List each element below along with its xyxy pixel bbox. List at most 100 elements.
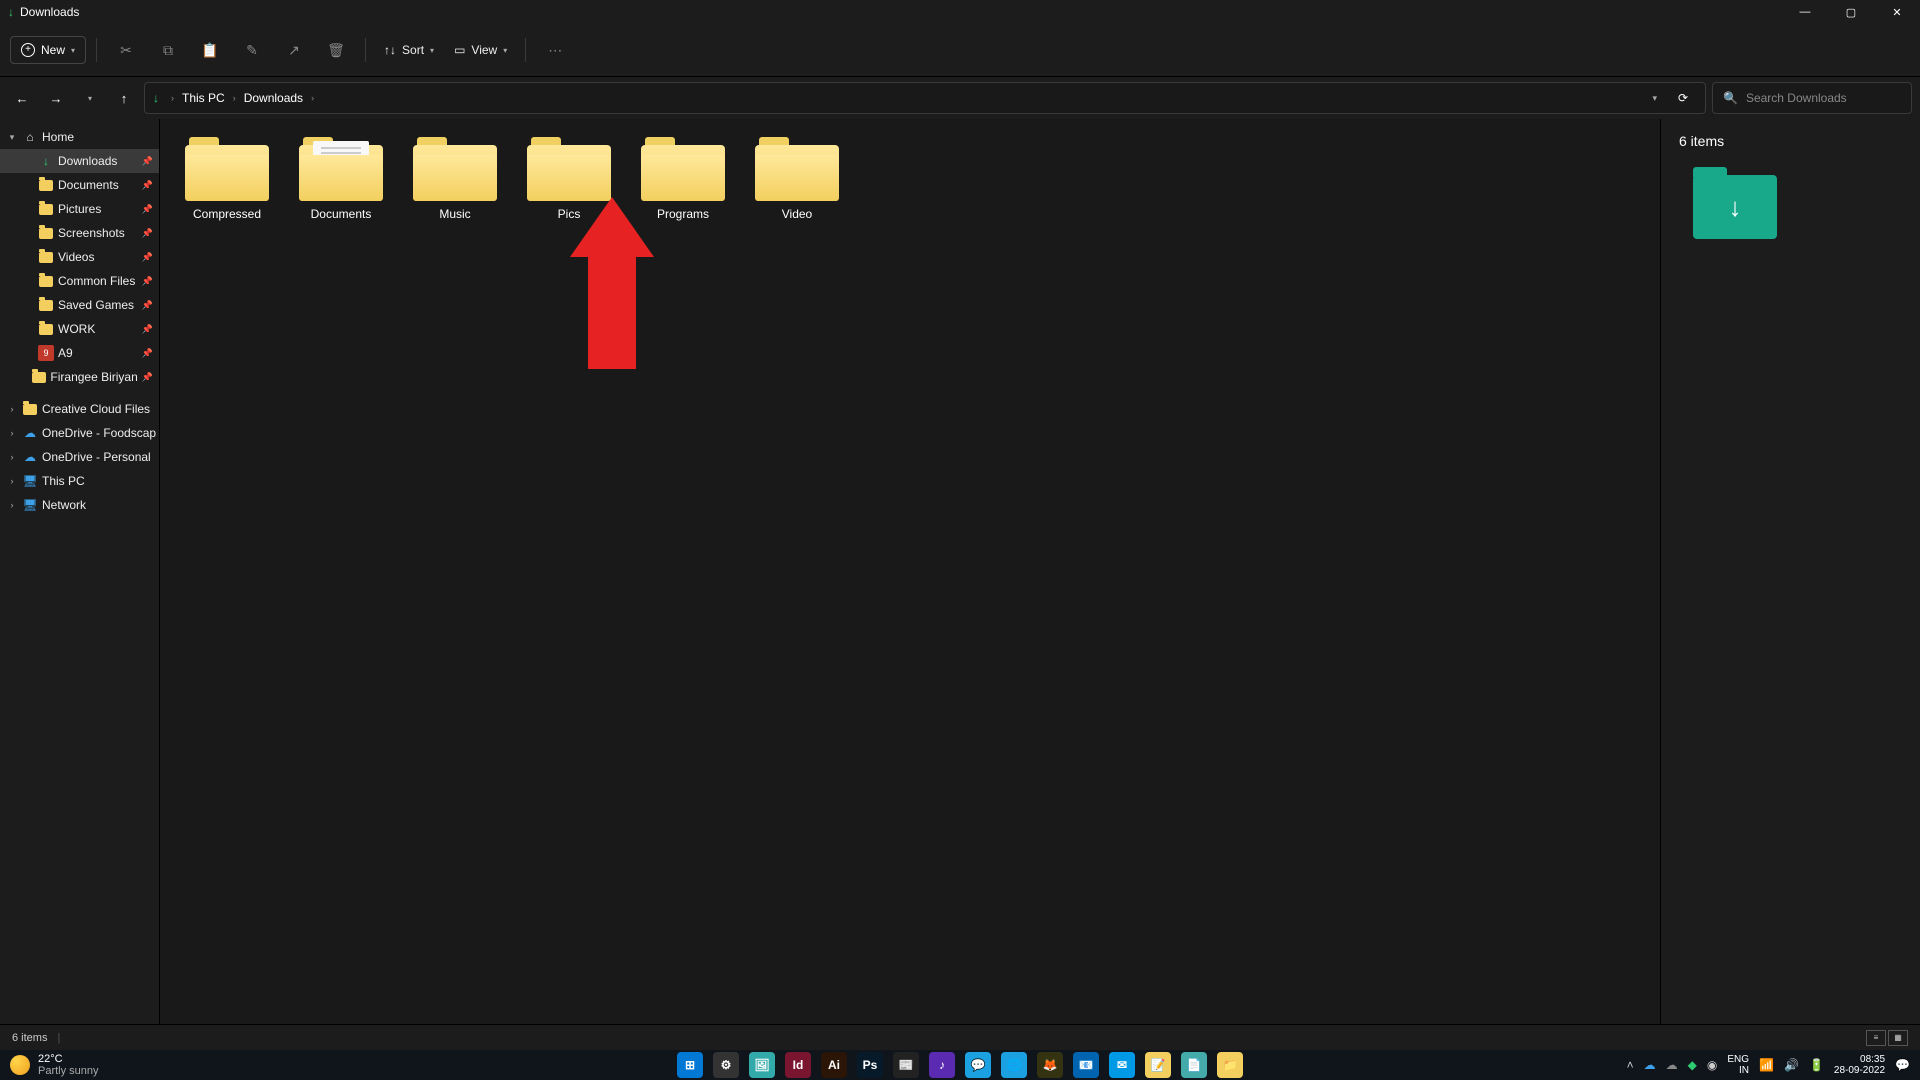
download-icon: ↓ <box>38 153 54 169</box>
taskbar-app[interactable]: 🌐 <box>1001 1052 1027 1078</box>
sidebar-item-pictures[interactable]: Pictures📌 <box>0 197 159 221</box>
folder-label: Programs <box>657 207 709 221</box>
sidebar-item-common-files[interactable]: Common Files📌 <box>0 269 159 293</box>
folder-icon <box>299 137 383 201</box>
taskbar-app[interactable]: 📝 <box>1145 1052 1171 1078</box>
sidebar-item-downloads[interactable]: ↓Downloads📌 <box>0 149 159 173</box>
sidebar-item-network[interactable]: ›🖥Network <box>0 493 159 517</box>
folder-icon <box>38 321 54 337</box>
sidebar-item-screenshots[interactable]: Screenshots📌 <box>0 221 159 245</box>
downloads-folder-icon: ↓ <box>1693 175 1777 239</box>
pin-icon: 📌 <box>142 156 153 167</box>
address-bar[interactable]: ↓ › This PC › Downloads › ▾ ⟳ <box>144 82 1706 114</box>
folder-documents[interactable]: Documents <box>284 133 398 233</box>
taskbar-app[interactable]: ⊞ <box>677 1052 703 1078</box>
taskbar-app[interactable]: 📁 <box>1217 1052 1243 1078</box>
details-view-button[interactable]: ≡ <box>1866 1030 1886 1046</box>
wifi-icon[interactable]: 📶 <box>1759 1058 1774 1072</box>
sidebar-item-label: Network <box>42 498 86 512</box>
notifications-icon[interactable]: 💬 <box>1895 1058 1910 1072</box>
paste-button[interactable]: 📋 <box>191 32 229 68</box>
sidebar-item-onedrive-foodscap[interactable]: ›☁OneDrive - Foodscap <box>0 421 159 445</box>
taskbar-app[interactable]: Id <box>785 1052 811 1078</box>
app-icon: 9 <box>38 345 54 361</box>
folder-pics[interactable]: Pics <box>512 133 626 233</box>
close-button[interactable]: ✕ <box>1874 0 1920 24</box>
folder-video[interactable]: Video <box>740 133 854 233</box>
sidebar-item-creative-cloud-files[interactable]: ›Creative Cloud Files <box>0 397 159 421</box>
crumb-this-pc[interactable]: This PC <box>182 91 225 105</box>
crumb-downloads[interactable]: Downloads <box>244 91 303 105</box>
cut-button[interactable]: ✂ <box>107 32 145 68</box>
delete-button[interactable]: 🗑 <box>317 32 355 68</box>
content-area[interactable]: CompressedDocumentsMusicPics Programs Vide… <box>160 119 1660 1024</box>
sidebar-item-label: OneDrive - Foodscap <box>42 426 156 440</box>
sidebar-item-this-pc[interactable]: ›🖥This PC <box>0 469 159 493</box>
cloud-icon: ☁ <box>22 425 38 441</box>
sidebar-home[interactable]: ▾ ⌂ Home <box>0 125 159 149</box>
icons-view-button[interactable]: ▦ <box>1888 1030 1908 1046</box>
security-icon[interactable]: ◆ <box>1688 1058 1697 1072</box>
taskbar-app[interactable]: ✉ <box>1109 1052 1135 1078</box>
taskbar-app[interactable]: 📧 <box>1073 1052 1099 1078</box>
pin-icon: 📌 <box>142 204 153 215</box>
chevron-down-icon[interactable]: ▾ <box>1652 93 1657 104</box>
status-item-count: 6 items <box>12 1032 47 1044</box>
taskbar-app[interactable]: 🦊 <box>1037 1052 1063 1078</box>
maximize-button[interactable]: ▢ <box>1828 0 1874 24</box>
taskbar-app[interactable]: ⚙ <box>713 1052 739 1078</box>
back-button[interactable]: ← <box>8 84 36 112</box>
new-button[interactable]: + New ▾ <box>10 36 86 64</box>
taskbar-app[interactable]: Ai <box>821 1052 847 1078</box>
sidebar-item-onedrive-personal[interactable]: ›☁OneDrive - Personal <box>0 445 159 469</box>
status-bar: 6 items | ≡ ▦ <box>0 1024 1920 1050</box>
sidebar-item-firangee-biriyan[interactable]: Firangee Biriyan📌 <box>0 365 159 389</box>
sidebar-home-label: Home <box>42 130 74 144</box>
minimize-button[interactable]: ― <box>1782 0 1828 24</box>
sidebar-item-label: Videos <box>58 250 94 264</box>
sidebar-item-videos[interactable]: Videos📌 <box>0 245 159 269</box>
up-button[interactable]: ↑ <box>110 84 138 112</box>
forward-button[interactable]: → <box>42 84 70 112</box>
language-indicator[interactable]: ENG IN <box>1727 1054 1749 1076</box>
weather-widget[interactable]: 22°C Partly sunny <box>10 1053 99 1077</box>
taskbar-app[interactable]: 🖼 <box>749 1052 775 1078</box>
edge-icon[interactable]: ◉ <box>1707 1058 1717 1072</box>
folder-compressed[interactable]: Compressed <box>170 133 284 233</box>
folder-programs[interactable]: Programs <box>626 133 740 233</box>
pin-icon: 📌 <box>142 324 153 335</box>
tray-chevron-icon[interactable]: ˄ <box>1627 1058 1634 1072</box>
folder-music[interactable]: Music <box>398 133 512 233</box>
more-button[interactable]: ⋯ <box>536 32 574 68</box>
volume-icon[interactable]: 🔊 <box>1784 1058 1799 1072</box>
taskbar-app[interactable]: ♪ <box>929 1052 955 1078</box>
recent-button[interactable]: ▾ <box>76 84 104 112</box>
sidebar-item-saved-games[interactable]: Saved Games📌 <box>0 293 159 317</box>
taskbar-app[interactable]: 💬 <box>965 1052 991 1078</box>
pin-icon: 📌 <box>142 348 153 359</box>
onedrive-icon[interactable]: ☁ <box>1644 1058 1656 1072</box>
sidebar-item-work[interactable]: WORK📌 <box>0 317 159 341</box>
download-arrow-icon: ↓ <box>1729 192 1742 223</box>
sidebar-item-a9[interactable]: 9A9📌 <box>0 341 159 365</box>
rename-button[interactable]: ✎ <box>233 32 271 68</box>
folder-icon <box>38 201 54 217</box>
taskbar-app[interactable]: 📄 <box>1181 1052 1207 1078</box>
sidebar-item-documents[interactable]: Documents📌 <box>0 173 159 197</box>
battery-icon[interactable]: 🔋 <box>1809 1058 1824 1072</box>
clock[interactable]: 08:35 28-09-2022 <box>1834 1054 1885 1076</box>
search-input[interactable] <box>1746 91 1901 105</box>
sort-button[interactable]: ↑↓ Sort ▾ <box>376 37 442 63</box>
copy-button[interactable]: ⧉ <box>149 32 187 68</box>
search-box[interactable]: 🔍 <box>1712 82 1912 114</box>
view-button[interactable]: ▭ View ▾ <box>446 37 515 63</box>
taskbar-app[interactable]: 📰 <box>893 1052 919 1078</box>
folder-icon <box>22 401 38 417</box>
onedrive-icon[interactable]: ☁ <box>1666 1058 1678 1072</box>
taskbar-app[interactable]: Ps <box>857 1052 883 1078</box>
title-bar: ↓ Downloads ― ▢ ✕ <box>0 0 1920 24</box>
share-button[interactable]: ↗ <box>275 32 313 68</box>
chevron-down-icon: ▾ <box>71 46 75 55</box>
folder-icon <box>32 369 46 385</box>
refresh-button[interactable]: ⟳ <box>1669 84 1697 112</box>
